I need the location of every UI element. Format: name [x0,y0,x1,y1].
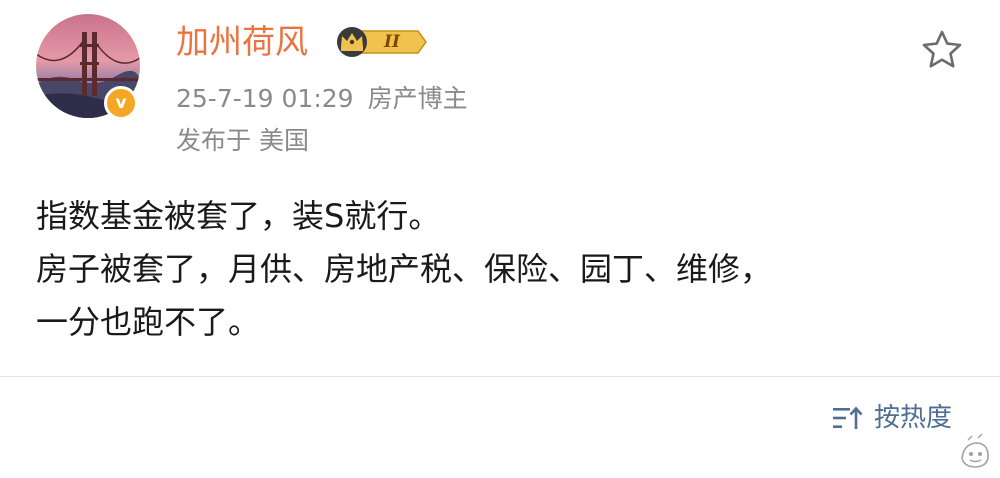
watermark-icon [952,430,996,474]
content-line: 一分也跑不了。 [36,303,261,341]
post-location: 发布于 美国 [176,126,309,155]
post-content: 指数基金被套了，装S就行。 房子被套了，月供、房地产税、保险、园丁、维修， 一分… [36,190,976,349]
star-outline-icon[interactable] [920,28,964,72]
crown-icon[interactable]: II [332,25,428,59]
post-time: 25-7-19 01:29 [176,84,354,113]
author-name[interactable]: 加州荷风 [176,20,308,64]
post-meta: 25-7-19 01:29 房产博主 [176,82,468,116]
source-tag: 房产博主 [367,84,468,113]
verified-mark: v [115,92,127,113]
weibo-post-card: v 加州荷风 II 25-7-19 01:29 房产博主 发布于 美国 指数基金被… [0,0,1000,478]
divider [0,376,1000,377]
level-badge-shape [337,27,427,57]
sort-lines-icon [833,406,863,429]
sort-by-hot-button[interactable]: 按热度 [832,400,952,436]
content-line: 房子被套了，月供、房地产税、保险、园丁、维修， [36,250,773,288]
verified-badge-icon: v [104,86,138,120]
sort-label: 按热度 [874,403,953,433]
level-label: II [384,32,400,52]
content-line: 指数基金被套了，装S就行。 [36,197,441,235]
